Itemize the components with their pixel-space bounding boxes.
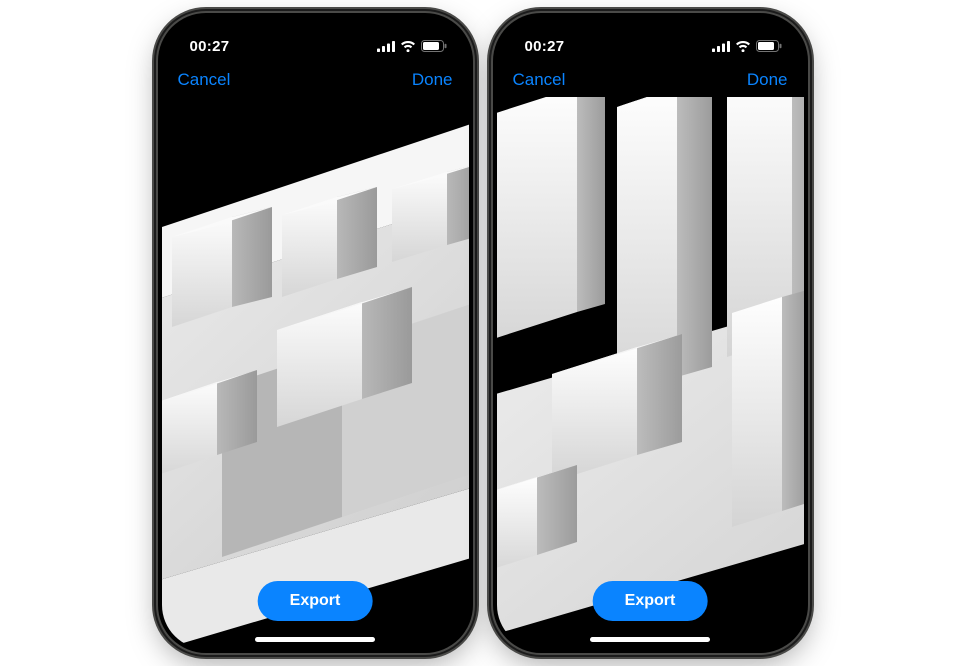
wifi-icon (400, 40, 416, 52)
status-indicators (377, 40, 447, 52)
home-indicator[interactable] (590, 637, 710, 642)
status-indicators (712, 40, 782, 52)
home-indicator[interactable] (255, 637, 375, 642)
done-button[interactable]: Done (747, 70, 788, 90)
navigation-bar: Cancel Done (497, 63, 804, 97)
room-model (162, 97, 469, 649)
room-3d-viewer[interactable] (162, 97, 469, 649)
phone-screen: 00:27 Cancel Done (162, 17, 469, 649)
done-button[interactable]: Done (412, 70, 453, 90)
cancel-button[interactable]: Cancel (513, 70, 566, 90)
phone-screen: 00:27 Cancel Done (497, 17, 804, 649)
cancel-button[interactable]: Cancel (178, 70, 231, 90)
battery-icon (756, 40, 782, 52)
device-notch (586, 17, 714, 47)
navigation-bar: Cancel Done (162, 63, 469, 97)
wifi-icon (735, 40, 751, 52)
phone-mockup-left: 00:27 Cancel Done (158, 13, 473, 653)
cellular-signal-icon (712, 41, 730, 52)
clock-label: 00:27 (525, 38, 565, 55)
export-button[interactable]: Export (593, 581, 708, 621)
export-button[interactable]: Export (258, 581, 373, 621)
cellular-signal-icon (377, 41, 395, 52)
battery-icon (421, 40, 447, 52)
room-model (497, 97, 804, 649)
device-notch (251, 17, 379, 47)
room-3d-viewer[interactable] (497, 97, 804, 649)
clock-label: 00:27 (190, 38, 230, 55)
phone-mockup-right: 00:27 Cancel Done (493, 13, 808, 653)
